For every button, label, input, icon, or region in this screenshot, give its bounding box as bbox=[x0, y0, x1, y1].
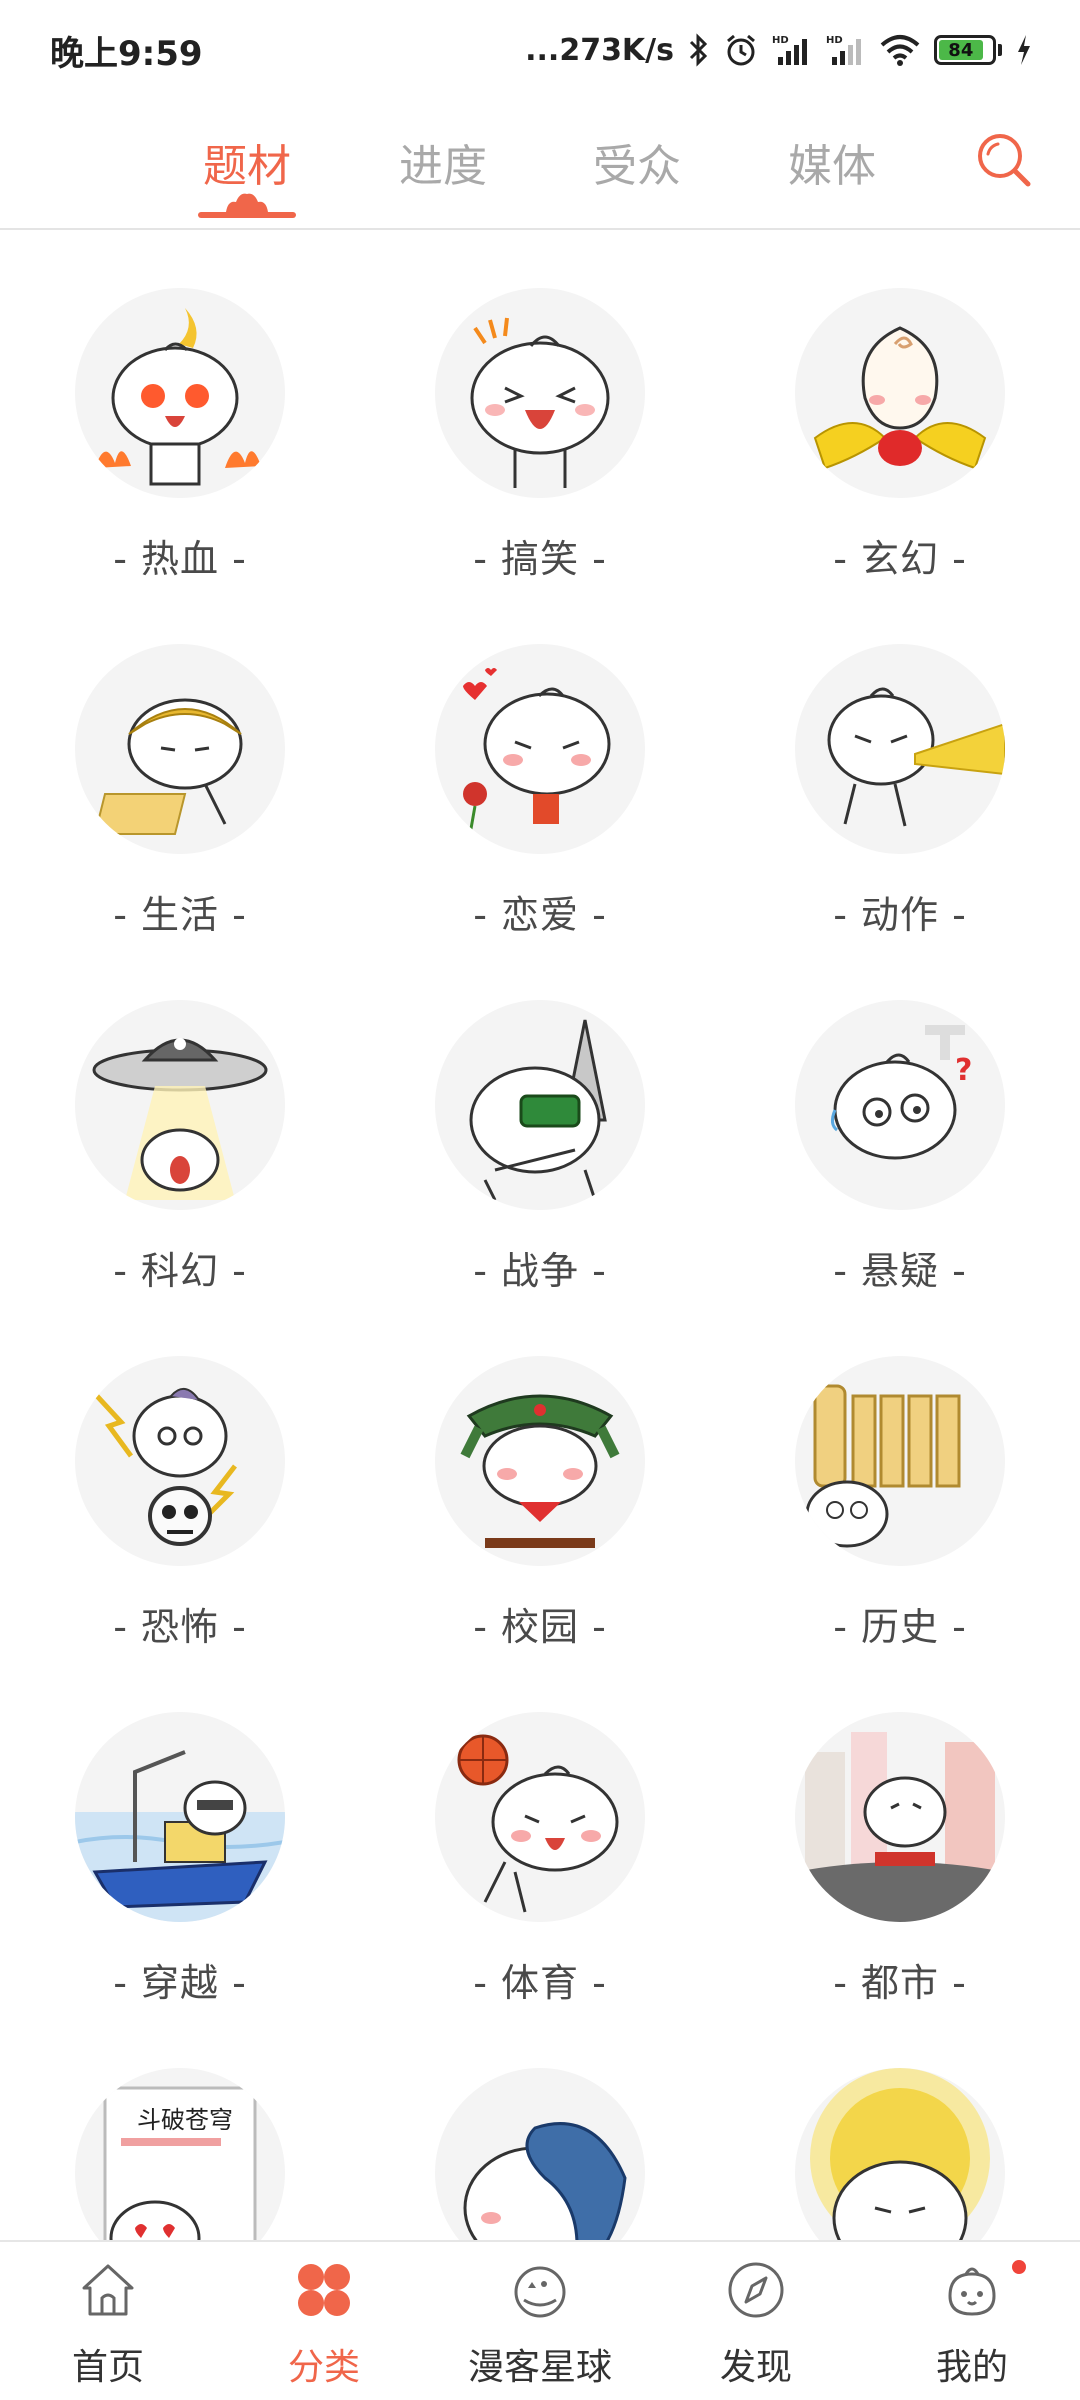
action-mascot-icon bbox=[795, 644, 1005, 854]
status-icons: ...273K/s HD HD 84 bbox=[525, 33, 1032, 68]
halo-mascot-icon bbox=[795, 2068, 1005, 2240]
life-mascot-icon bbox=[75, 644, 285, 854]
svg-text:HD: HD bbox=[772, 35, 789, 46]
svg-text:?: ? bbox=[955, 1053, 972, 1088]
category-hot-blood[interactable]: - 热血 - bbox=[0, 232, 360, 588]
category-mystery[interactable]: ? - 悬疑 - bbox=[720, 944, 1080, 1300]
campus-mascot-icon bbox=[435, 1356, 645, 1566]
urban-mascot-icon bbox=[795, 1712, 1005, 1922]
book-mascot-icon: 斗破苍穹 bbox=[75, 2068, 285, 2240]
nav-home-label: 首页 bbox=[71, 2347, 144, 2388]
romance-mascot-icon bbox=[435, 644, 645, 854]
funny-mascot-icon bbox=[435, 288, 645, 498]
category-action[interactable]: - 动作 - bbox=[720, 588, 1080, 944]
category-label: - 穿越 - bbox=[113, 1961, 247, 2005]
tab-audience[interactable]: 受众 bbox=[567, 130, 707, 194]
category-funny[interactable]: - 搞笑 - bbox=[360, 232, 720, 588]
status-bar: 晚上9:59 ...273K/s HD HD 84 bbox=[0, 0, 1080, 100]
nav-discover-label: 发现 bbox=[719, 2347, 792, 2388]
signal-hd-icon: HD bbox=[772, 35, 807, 65]
category-urban[interactable]: - 都市 - bbox=[720, 1656, 1080, 2012]
category-icon bbox=[298, 2264, 350, 2316]
category-life[interactable]: - 生活 - bbox=[0, 588, 360, 944]
category-fantasy[interactable]: - 玄幻 - bbox=[720, 232, 1080, 588]
tab-media[interactable]: 媒体 bbox=[762, 130, 902, 194]
compass-icon bbox=[728, 2262, 784, 2318]
mystery-mascot-icon: ? bbox=[795, 1000, 1005, 1210]
battery-level: 84 bbox=[939, 40, 983, 61]
signal-hd-icon: HD bbox=[826, 35, 861, 65]
category-partial-blue-hair[interactable] bbox=[360, 2012, 720, 2240]
blue-hair-mascot-icon bbox=[435, 2068, 645, 2240]
home-icon bbox=[82, 2264, 134, 2316]
category-time-travel[interactable]: - 穿越 - bbox=[0, 1656, 360, 2012]
nav-home[interactable]: 首页 bbox=[0, 2242, 216, 2400]
category-label: - 历史 - bbox=[833, 1605, 967, 1649]
category-scifi[interactable]: - 科幻 - bbox=[0, 944, 360, 1300]
profile-icon bbox=[948, 2267, 996, 2316]
category-war[interactable]: - 战争 - bbox=[360, 944, 720, 1300]
top-tab-bar: 题材 进度 受众 媒体 bbox=[0, 100, 1080, 230]
nav-profile[interactable]: 我的 bbox=[864, 2242, 1080, 2400]
status-time: 晚上9:59 bbox=[50, 33, 203, 74]
network-speed: ...273K/s bbox=[525, 32, 674, 68]
nav-planet[interactable]: 漫客星球 bbox=[432, 2242, 648, 2400]
war-mascot-icon bbox=[435, 1000, 645, 1210]
svg-text:HD: HD bbox=[826, 35, 843, 46]
history-mascot-icon bbox=[795, 1356, 1005, 1566]
nav-category[interactable]: 分类 bbox=[216, 2242, 432, 2400]
category-label: - 动作 - bbox=[833, 893, 967, 937]
nav-category-label: 分类 bbox=[287, 2347, 360, 2388]
planet-icon bbox=[514, 2266, 566, 2318]
wifi-icon bbox=[880, 35, 920, 66]
nav-planet-label: 漫客星球 bbox=[467, 2347, 612, 2388]
horror-mascot-icon bbox=[75, 1356, 285, 1566]
category-campus[interactable]: - 校园 - bbox=[360, 1300, 720, 1656]
category-sports[interactable]: - 体育 - bbox=[360, 1656, 720, 2012]
category-label: - 科幻 - bbox=[113, 1249, 247, 1293]
hot-blood-mascot-icon bbox=[75, 288, 285, 498]
alarm-icon bbox=[727, 34, 755, 66]
book-cover-title: 斗破苍穹 bbox=[137, 2106, 233, 2134]
tab-subject[interactable]: 题材 bbox=[177, 130, 317, 194]
category-label: - 恋爱 - bbox=[473, 893, 607, 937]
category-partial-halo[interactable] bbox=[720, 2012, 1080, 2240]
category-grid: - 热血 - - 搞笑 - - 玄幻 - - 生活 - - 恋爱 - - 动作 … bbox=[0, 232, 1080, 2240]
nav-profile-label: 我的 bbox=[935, 2347, 1008, 2388]
active-tab-indicator bbox=[198, 193, 296, 218]
scifi-mascot-icon bbox=[75, 1000, 285, 1210]
category-label: - 校园 - bbox=[473, 1605, 607, 1649]
category-label: - 恐怖 - bbox=[113, 1605, 247, 1649]
category-label: - 都市 - bbox=[833, 1961, 967, 2005]
category-label: - 体育 - bbox=[473, 1961, 607, 2005]
nav-discover[interactable]: 发现 bbox=[648, 2242, 864, 2400]
fantasy-mascot-icon bbox=[795, 288, 1005, 498]
category-partial-book[interactable]: 斗破苍穹 bbox=[0, 2012, 360, 2240]
bottom-nav: 首页 分类 漫客星球 发现 我的 bbox=[0, 2240, 1080, 2400]
battery-icon: 84 bbox=[934, 35, 1002, 65]
category-label: - 热血 - bbox=[113, 537, 247, 581]
category-label: - 搞笑 - bbox=[473, 537, 607, 581]
bluetooth-icon bbox=[689, 33, 708, 67]
search-icon[interactable] bbox=[974, 130, 1034, 190]
category-label: - 战争 - bbox=[473, 1249, 607, 1293]
charging-icon bbox=[1018, 35, 1030, 65]
sports-mascot-icon bbox=[435, 1712, 645, 1922]
category-history[interactable]: - 历史 - bbox=[720, 1300, 1080, 1656]
tab-progress[interactable]: 进度 bbox=[373, 130, 513, 194]
category-label: - 玄幻 - bbox=[833, 537, 967, 581]
category-horror[interactable]: - 恐怖 - bbox=[0, 1300, 360, 1656]
category-label: - 生活 - bbox=[113, 893, 247, 937]
category-label: - 悬疑 - bbox=[833, 1249, 967, 1293]
category-romance[interactable]: - 恋爱 - bbox=[360, 588, 720, 944]
notification-dot bbox=[1012, 2260, 1026, 2274]
time-travel-mascot-icon bbox=[75, 1712, 285, 1922]
